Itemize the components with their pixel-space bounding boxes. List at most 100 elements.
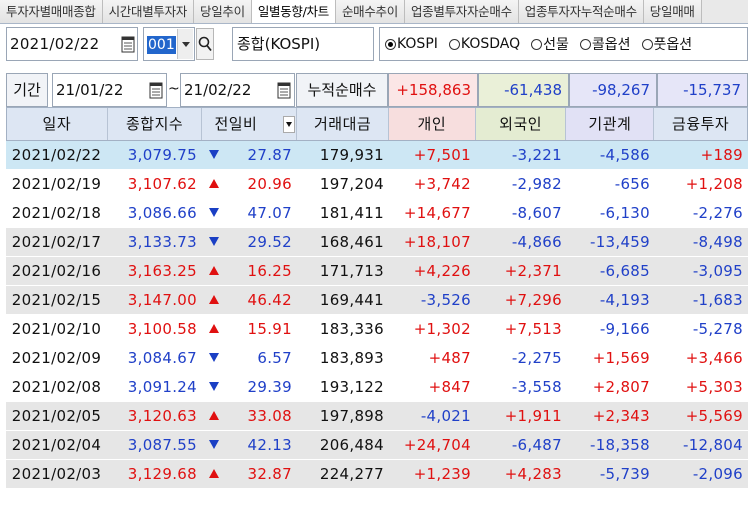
radio-put-option[interactable]: 풋옵션 [641, 34, 692, 54]
cell-individual-value: +7,501 [413, 146, 471, 164]
cell-foreign: +1,911 [476, 402, 567, 430]
tab-net-buy-trend[interactable]: 순매수추이 [335, 0, 405, 23]
cell-foreign-value: +7,296 [504, 291, 562, 309]
cell-foreign: -8,607 [476, 199, 567, 227]
cell-index-value: 3,147.00 [127, 291, 197, 309]
cell-date-value: 2021/02/05 [11, 407, 102, 425]
cell-index: 3,086.66 [107, 199, 202, 227]
table-row[interactable]: 2021/02/03 3,129.68 32.87 224,277 +1,239 +4,2… [6, 460, 748, 489]
table-row[interactable]: 2021/02/04 3,087.55 42.13 206,484 +24,704 -6,… [6, 431, 748, 460]
radio-call-option[interactable]: 콜옵션 [579, 34, 631, 54]
table-row[interactable]: 2021/02/15 3,147.00 46.42 169,441 -3,526 +7,2… [6, 286, 748, 315]
cell-amount-value: 181,411 [319, 204, 384, 222]
col-index[interactable]: 종합지수 [108, 108, 203, 140]
col-date[interactable]: 일자 [7, 108, 108, 140]
cell-index-value: 3,087.55 [127, 436, 197, 454]
cell-foreign-value: +4,283 [504, 465, 562, 483]
tab-investor-summary[interactable]: 투자자별매매종합 [0, 0, 103, 23]
cell-index-value: 3,100.58 [127, 320, 197, 338]
table-row[interactable]: 2021/02/08 3,091.24 29.39 193,122 +847 -3,558… [6, 373, 748, 402]
tab-today-trading[interactable]: 당일매매 [643, 0, 702, 23]
tab-daily-chart[interactable]: 일별동향/차트 [251, 0, 336, 23]
cell-change: 15.91 [202, 315, 297, 343]
tab-bar: 투자자별매매종합 시간대별투자자 당일추이 일별동향/차트 순매수추이 업종별투… [0, 0, 748, 24]
chevron-down-icon[interactable] [177, 29, 193, 59]
cell-foreign: +7,296 [476, 286, 567, 314]
cell-foreign: -2,982 [476, 170, 567, 198]
radio-kosdaq[interactable]: KOSDAQ [448, 36, 520, 52]
cell-financial-value: +189 [700, 146, 743, 164]
col-financial[interactable]: 금융투자 [654, 108, 747, 140]
tab-sector-cumulative[interactable]: 업종투자자누적순매수 [518, 0, 644, 23]
cell-institution: -9,166 [567, 315, 655, 343]
arrow-down-icon [209, 150, 219, 159]
cell-amount-value: 183,893 [319, 349, 384, 367]
radio-unchecked-icon [641, 38, 653, 50]
col-amount[interactable]: 거래대금 [297, 108, 389, 140]
market-name: 종합(KOSPI) [237, 35, 321, 53]
cell-institution: +2,343 [567, 402, 655, 430]
table-row[interactable]: 2021/02/16 3,163.25 16.25 171,713 +4,226 +2,3… [6, 257, 748, 286]
cell-foreign-value: +7,513 [504, 320, 562, 338]
col-foreign[interactable]: 외국인 [475, 108, 567, 140]
cell-financial: -12,804 [655, 431, 748, 459]
cell-change: 29.39 [202, 373, 297, 401]
tab-time-investor[interactable]: 시간대별투자자 [102, 0, 195, 23]
tab-today-trend[interactable]: 당일추이 [194, 0, 252, 23]
market-radio-group: KOSPI KOSDAQ 선물 콜옵션 풋옵션 [379, 27, 748, 61]
cell-index: 3,129.68 [107, 460, 202, 488]
cell-foreign: -3,221 [476, 141, 567, 169]
cell-amount: 224,277 [297, 460, 389, 488]
cell-individual: +24,704 [389, 431, 476, 459]
cell-financial-value: -12,804 [683, 436, 743, 454]
cell-institution: -13,459 [567, 228, 655, 256]
cell-individual-value: +487 [428, 349, 471, 367]
table-row[interactable]: 2021/02/17 3,133.73 29.52 168,461 +18,107 -4,… [6, 228, 748, 257]
cell-foreign: -4,866 [476, 228, 567, 256]
cell-foreign: -6,487 [476, 431, 567, 459]
calendar-icon[interactable] [147, 75, 165, 104]
cell-date: 2021/02/16 [6, 257, 107, 285]
col-change[interactable]: 전일비 [202, 108, 298, 140]
cell-institution-value: +1,569 [592, 349, 650, 367]
cell-index: 3,147.00 [107, 286, 202, 314]
market-name-field: 종합(KOSPI) [232, 27, 374, 61]
col-individual[interactable]: 개인 [388, 108, 476, 140]
cell-individual-value: +24,704 [403, 436, 471, 454]
sort-dropdown-icon[interactable] [283, 116, 296, 133]
cell-financial: +5,303 [655, 373, 748, 401]
cell-institution-value: -18,358 [590, 436, 650, 454]
cell-date: 2021/02/09 [6, 344, 107, 372]
col-institution[interactable]: 기관계 [566, 108, 655, 140]
cell-financial: -5,278 [655, 315, 748, 343]
cell-institution-value: -4,586 [599, 146, 650, 164]
search-icon[interactable] [196, 28, 214, 60]
radio-kospi[interactable]: KOSPI [385, 36, 438, 52]
radio-futures[interactable]: 선물 [531, 34, 569, 54]
cell-change-value: 29.39 [247, 378, 292, 396]
cell-date: 2021/02/04 [6, 431, 107, 459]
cell-institution-value: -6,685 [599, 262, 650, 280]
cell-date: 2021/02/03 [6, 460, 107, 488]
calendar-icon[interactable] [119, 29, 137, 58]
cell-date-value: 2021/02/17 [11, 233, 102, 251]
table-row[interactable]: 2021/02/10 3,100.58 15.91 183,336 +1,302 +7,5… [6, 315, 748, 344]
code-input[interactable]: 001 [143, 27, 195, 61]
cell-foreign-value: -4,866 [511, 233, 562, 251]
cell-amount: 197,898 [297, 402, 389, 430]
table-row[interactable]: 2021/02/09 3,084.67 6.57 183,893 +487 -2,275 +… [6, 344, 748, 373]
table-row[interactable]: 2021/02/18 3,086.66 47.07 181,411 +14,677 -8,… [6, 199, 748, 228]
table-row[interactable]: 2021/02/22 3,079.75 27.87 179,931 +7,501 -3,2… [6, 141, 748, 170]
cell-date: 2021/02/19 [6, 170, 107, 198]
cell-individual: +7,501 [389, 141, 476, 169]
table-row[interactable]: 2021/02/19 3,107.62 20.96 197,204 +3,742 -2,9… [6, 170, 748, 199]
cell-institution-value: -5,739 [599, 465, 650, 483]
arrow-down-icon [209, 237, 219, 246]
cell-financial-value: +5,303 [685, 378, 743, 396]
table-row[interactable]: 2021/02/05 3,120.63 33.08 197,898 -4,021 +1,9… [6, 402, 748, 431]
calendar-icon[interactable] [275, 75, 293, 104]
cell-date: 2021/02/10 [6, 315, 107, 343]
cell-individual: +3,742 [389, 170, 476, 198]
tab-sector-net-buy[interactable]: 업종별투자자순매수 [404, 0, 519, 23]
cell-institution: -6,130 [567, 199, 655, 227]
